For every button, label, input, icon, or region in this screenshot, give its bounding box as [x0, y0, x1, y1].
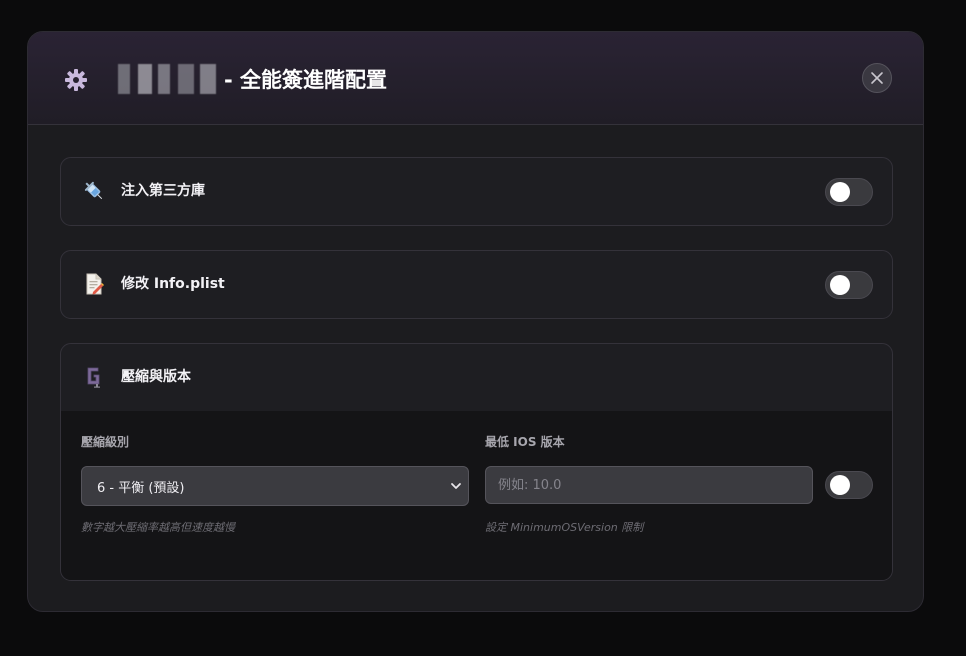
close-icon	[871, 72, 883, 84]
syringe-icon	[83, 180, 105, 202]
chevron-down-icon	[451, 483, 461, 489]
advanced-config-dialog: - 全能簽進階配置 注入第三方庫 修改 Info.plist 壓縮與版本 壓縮級…	[27, 31, 924, 612]
section-compression-version: 壓縮與版本 壓縮級別 6 - 平衡 (預設) 數字越大壓縮率越高但速度越慢 最低…	[60, 343, 893, 581]
compression-settings-body: 壓縮級別 6 - 平衡 (預設) 數字越大壓縮率越高但速度越慢 最低 IOS 版…	[61, 411, 892, 580]
compression-hint: 數字越大壓縮率越高但速度越慢	[81, 521, 235, 534]
section-label-compression: 壓縮與版本	[121, 369, 191, 385]
section-inject-library: 注入第三方庫	[60, 157, 893, 226]
redacted-app-name	[108, 64, 216, 94]
dialog-title: - 全能簽進階配置	[108, 62, 387, 96]
dialog-title-text: - 全能簽進階配置	[224, 68, 388, 92]
min-ios-toggle[interactable]	[825, 471, 873, 499]
min-ios-label: 最低 IOS 版本	[485, 435, 565, 449]
min-ios-version-input[interactable]	[485, 466, 813, 504]
toggle-knob	[830, 475, 850, 495]
compression-level-label: 壓縮級別	[81, 435, 130, 449]
gear-icon	[64, 68, 88, 92]
min-ios-hint: 設定 MinimumOSVersion 限制	[485, 521, 644, 534]
modify-plist-toggle[interactable]	[825, 271, 873, 299]
section-modify-plist: 修改 Info.plist	[60, 250, 893, 319]
close-button[interactable]	[862, 63, 892, 93]
toggle-knob	[830, 182, 850, 202]
section-label-plist: 修改 Info.plist	[121, 276, 225, 292]
toggle-knob	[830, 275, 850, 295]
section-label-inject: 注入第三方庫	[121, 183, 205, 199]
compression-level-select[interactable]: 6 - 平衡 (預設)	[81, 466, 469, 506]
document-edit-icon	[83, 273, 105, 295]
clamp-icon	[83, 366, 105, 388]
compression-level-value: 6 - 平衡 (預設)	[97, 480, 185, 496]
dialog-header: - 全能簽進階配置	[28, 32, 923, 125]
inject-library-toggle[interactable]	[825, 178, 873, 206]
